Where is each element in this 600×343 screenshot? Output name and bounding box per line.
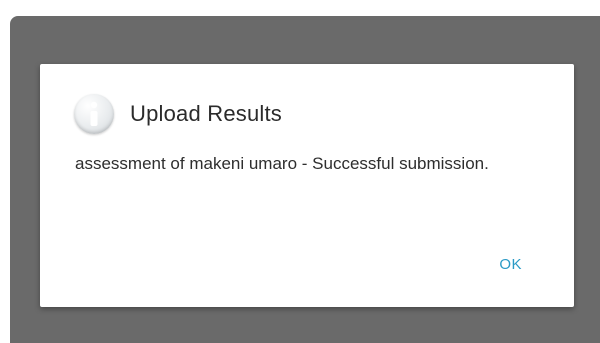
- dialog-title: Upload Results: [130, 101, 282, 126]
- dialog-message: assessment of makeni umaro - Successful …: [75, 154, 489, 173]
- dialog-header: Upload Results: [74, 94, 282, 134]
- upload-results-dialog: Upload Results assessment of makeni umar…: [40, 64, 574, 307]
- info-icon: [74, 94, 114, 134]
- ok-button[interactable]: OK: [495, 254, 526, 275]
